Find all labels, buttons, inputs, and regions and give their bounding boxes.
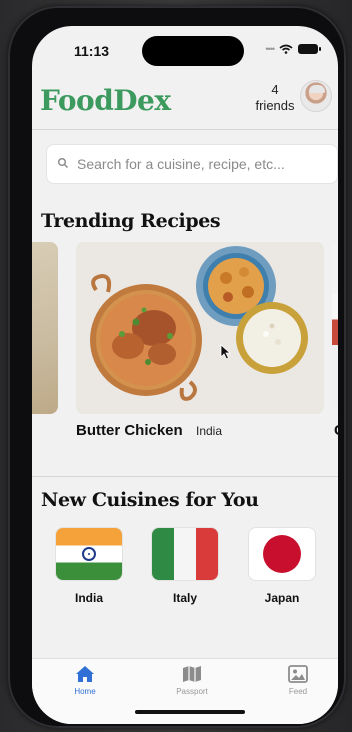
home-indicator — [135, 710, 245, 714]
friends-label: friends — [255, 98, 295, 113]
tab-bar: Home Passport Feed — [32, 658, 338, 724]
tab-label: Passport — [176, 687, 208, 696]
tab-feed[interactable]: Feed — [268, 665, 328, 696]
tab-passport[interactable]: Passport — [162, 665, 222, 696]
search-input[interactable] — [77, 145, 332, 183]
mouse-cursor-icon — [220, 344, 232, 360]
cuisine-item-india[interactable]: India — [56, 528, 122, 605]
app-screen: 11:13 •••• FoodDex 4 friends Search for … — [32, 26, 338, 724]
tab-label: Home — [74, 687, 96, 696]
cuisine-label: Italy — [172, 591, 197, 605]
wifi-icon — [279, 44, 293, 54]
battery-icon — [298, 44, 321, 54]
dynamic-island — [142, 36, 244, 66]
image-icon — [288, 665, 308, 683]
recipe-card-butter-chicken[interactable] — [76, 242, 324, 414]
tab-home[interactable]: Home — [55, 665, 115, 696]
signal-icon: •••• — [265, 44, 275, 54]
home-icon — [76, 666, 94, 682]
recipe-name[interactable]: Butter Chicken — [76, 422, 183, 439]
cuisine-item-italy[interactable]: Italy — [152, 528, 218, 605]
search-bar[interactable] — [46, 144, 338, 184]
trending-title: Trending Recipes — [41, 210, 221, 232]
phone-frame: 11:13 •••• FoodDex 4 friends Search for … — [8, 6, 346, 728]
tab-label: Feed — [288, 687, 308, 696]
map-icon — [183, 666, 201, 682]
cuisine-label: Japan — [264, 591, 300, 605]
trending-carousel[interactable]: Butter Chicken India C — [32, 242, 338, 442]
friends-button[interactable]: 4 friends — [250, 82, 300, 114]
status-icons: •••• — [265, 44, 321, 54]
avatar[interactable] — [300, 80, 332, 112]
cuisine-item-japan[interactable]: Japan — [249, 528, 315, 605]
recipe-card-next[interactable] — [332, 242, 338, 414]
status-time: 11:13 — [74, 43, 110, 59]
friends-count: 4 — [271, 82, 279, 97]
butter-chicken-image — [76, 242, 324, 414]
italy-flag-icon — [152, 528, 218, 580]
cuisine-list: India Italy Japan — [32, 528, 338, 618]
section-divider — [32, 476, 338, 477]
app-header: FoodDex 4 friends — [32, 76, 338, 128]
japan-flag-icon — [249, 528, 315, 580]
recipe-name-next[interactable]: C — [334, 422, 338, 439]
cuisine-label: India — [74, 591, 103, 605]
india-flag-icon — [56, 528, 122, 580]
new-cuisines-title: New Cuisines for You — [41, 489, 259, 511]
search-icon — [58, 158, 68, 168]
app-logo: FoodDex — [40, 84, 171, 117]
header-divider — [32, 129, 338, 130]
status-bar: 11:13 •••• — [32, 26, 338, 74]
recipe-card-previous[interactable] — [32, 242, 58, 414]
recipe-origin: India — [196, 424, 223, 438]
